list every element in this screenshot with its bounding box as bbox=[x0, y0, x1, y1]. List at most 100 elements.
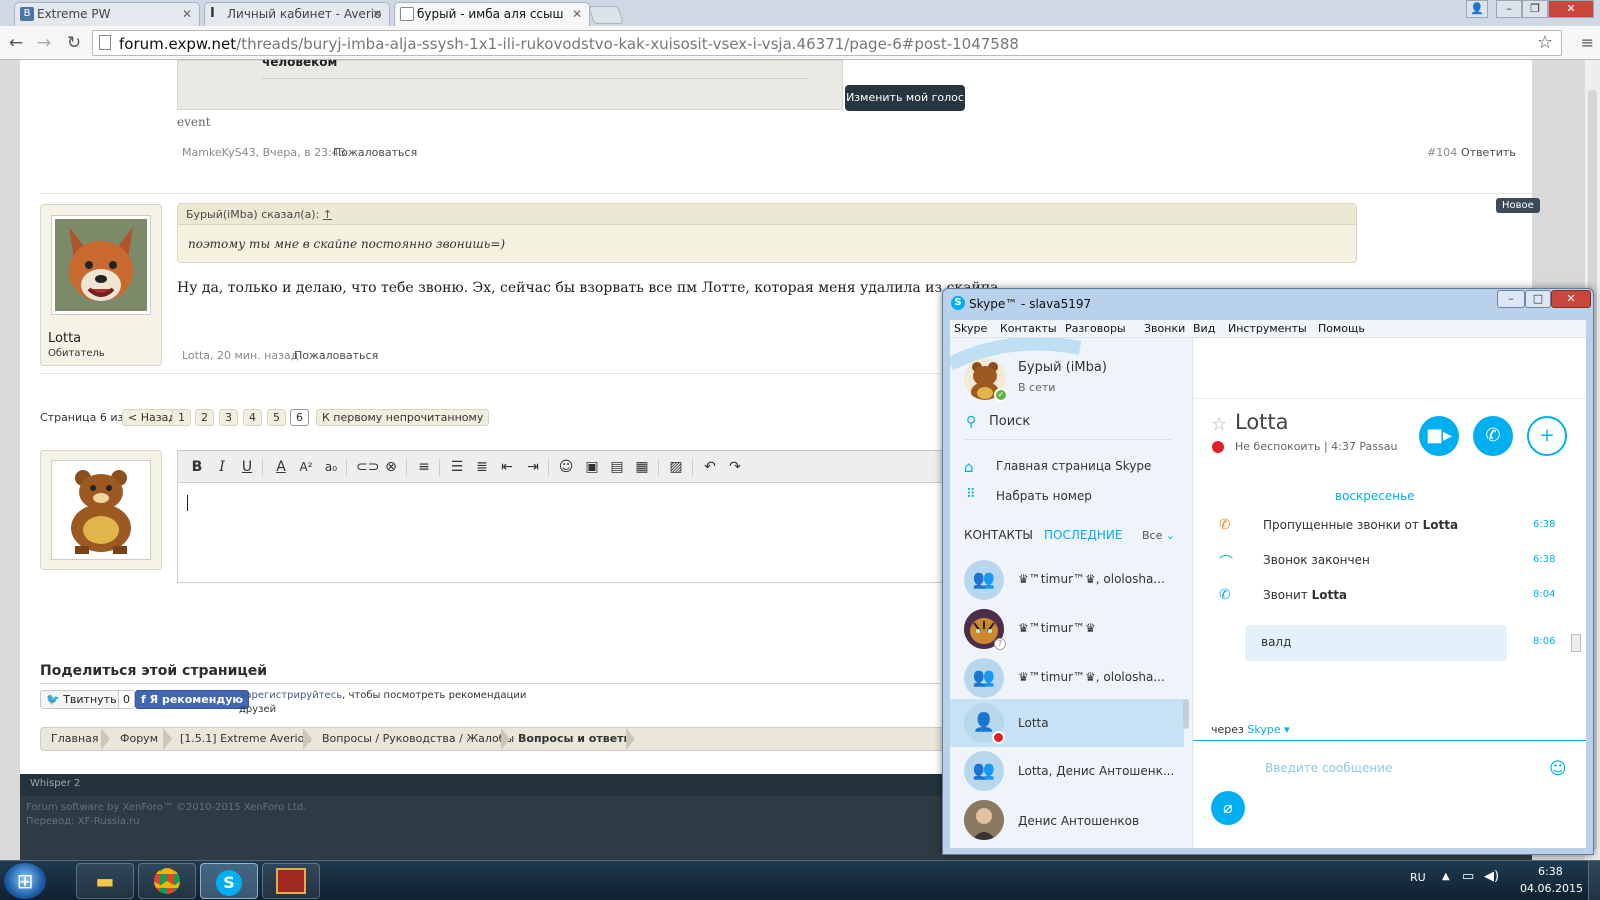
minimize-icon[interactable]: – bbox=[1497, 290, 1525, 308]
text-color-icon[interactable]: A bbox=[272, 458, 290, 476]
close-icon[interactable]: ✕ bbox=[182, 3, 192, 25]
restore-icon[interactable]: ❐ bbox=[1522, 0, 1548, 18]
voice-call-button[interactable]: ✆ bbox=[1473, 416, 1513, 456]
volume-icon[interactable]: ◀) bbox=[1484, 869, 1499, 884]
italic-icon[interactable]: I bbox=[213, 458, 231, 476]
user-profile-icon[interactable]: 👤 bbox=[1466, 0, 1488, 18]
smiley-icon[interactable]: ☺ bbox=[557, 458, 575, 476]
bullet-list-icon[interactable]: ☰ bbox=[448, 458, 466, 476]
add-people-button[interactable]: + bbox=[1527, 416, 1567, 456]
breadcrumb-item-subsection[interactable]: Вопросы / Руководства / Жалобы bbox=[322, 728, 514, 750]
contact-item-label[interactable]: Lotta, Денис Антошенк... bbox=[1018, 764, 1174, 778]
menu-tools[interactable]: Инструменты bbox=[1228, 322, 1307, 335]
post-104-number[interactable]: #104 bbox=[1427, 146, 1457, 159]
taskbar-chrome[interactable] bbox=[138, 863, 196, 899]
post-author[interactable]: Lotta, 20 мин. назад bbox=[182, 349, 298, 362]
chat-message-bubble[interactable]: валд bbox=[1245, 625, 1507, 661]
menu-help[interactable]: Помощь bbox=[1318, 322, 1365, 335]
pagination-page-3[interactable]: 3 bbox=[219, 409, 238, 426]
menu-skype[interactable]: Skype bbox=[954, 322, 987, 335]
show-desktop-button[interactable] bbox=[1588, 861, 1600, 900]
via-selector[interactable]: через Skype ▾ bbox=[1211, 723, 1290, 736]
save-draft-icon[interactable]: ▨ bbox=[667, 458, 685, 476]
tab-contacts[interactable]: КОНТАКТЫ bbox=[964, 528, 1033, 542]
tab-recent[interactable]: ПОСЛЕДНИЕ bbox=[1044, 528, 1122, 542]
breadcrumb-item-home[interactable]: Главная bbox=[51, 728, 99, 750]
attach-button[interactable]: ⌀ bbox=[1211, 791, 1245, 825]
undo-icon[interactable]: ↶ bbox=[701, 458, 719, 476]
style-chooser-link[interactable]: Whisper 2 bbox=[30, 778, 80, 789]
reload-icon[interactable]: ↻ bbox=[62, 31, 86, 55]
emoticon-icon[interactable]: ☺ bbox=[1549, 759, 1567, 779]
post-report-link[interactable]: Пожаловаться bbox=[294, 349, 378, 362]
profile-name[interactable]: Бурый (iMba) bbox=[1018, 360, 1107, 375]
first-unread-button[interactable]: К первому непрочитанному bbox=[316, 409, 490, 426]
quote-source-link[interactable]: ↑ bbox=[323, 208, 332, 221]
media-icon[interactable]: ▤ bbox=[608, 458, 626, 476]
number-list-icon[interactable]: ≣ bbox=[473, 458, 491, 476]
pagination-page-6[interactable]: 6 bbox=[290, 409, 309, 426]
forward-arrow-icon[interactable]: → bbox=[32, 31, 56, 55]
chat-contact-name[interactable]: Lotta bbox=[1235, 410, 1289, 434]
menu-icon[interactable]: ≡ bbox=[1581, 33, 1594, 52]
window-close-icon[interactable]: ✕ bbox=[1548, 0, 1594, 18]
code-icon[interactable]: ▦ bbox=[633, 458, 651, 476]
tweet-button[interactable]: 🐦 Твитнуть bbox=[40, 690, 123, 709]
network-icon[interactable]: ▭ bbox=[1462, 869, 1474, 884]
filter-dropdown[interactable]: Все ⌄ bbox=[1142, 529, 1175, 542]
taskbar-game[interactable] bbox=[262, 863, 320, 899]
contact-item-label[interactable]: Денис Антошенков bbox=[1018, 814, 1139, 828]
contact-item-label[interactable]: ♛™timur™♛, ololosha... bbox=[1018, 670, 1165, 684]
pagination-page-2[interactable]: 2 bbox=[195, 409, 214, 426]
close-icon[interactable]: ✕ bbox=[572, 3, 582, 25]
menu-view[interactable]: Вид bbox=[1193, 322, 1215, 335]
unlink-icon[interactable]: ⊗ bbox=[382, 458, 400, 476]
bookmark-star-icon[interactable]: ☆ bbox=[1537, 32, 1553, 53]
breadcrumb-item-current[interactable]: Вопросы и ответы bbox=[518, 728, 633, 750]
contact-item-label[interactable]: ♛™timur™♛ bbox=[1018, 621, 1096, 635]
fb-recommend-button[interactable]: f Я рекомендую bbox=[135, 690, 250, 709]
favorite-star-icon[interactable]: ☆ bbox=[1211, 414, 1227, 435]
link-icon[interactable]: ⊂⊃ bbox=[356, 458, 379, 476]
pagination-page-1[interactable]: 1 bbox=[172, 409, 191, 426]
post-104-reply-link[interactable]: Ответить bbox=[1461, 146, 1516, 159]
maximize-icon[interactable]: □ bbox=[1525, 290, 1551, 308]
close-icon[interactable]: ✕ bbox=[372, 3, 382, 25]
tab-extreme-pw[interactable]: В Extreme PW ✕ bbox=[14, 2, 200, 26]
tray-expand-icon[interactable]: ▲ bbox=[1442, 871, 1450, 882]
skype-home-link[interactable]: Главная страница Skype bbox=[996, 459, 1151, 473]
avatar[interactable] bbox=[51, 215, 151, 315]
back-arrow-icon[interactable]: ← bbox=[4, 31, 28, 55]
clock-time[interactable]: 6:38 bbox=[1538, 865, 1563, 878]
window-close-icon[interactable]: ✕ bbox=[1551, 290, 1591, 308]
language-indicator[interactable]: RU bbox=[1410, 871, 1426, 884]
image-icon[interactable]: ▣ bbox=[583, 458, 601, 476]
taskbar-skype[interactable]: S bbox=[200, 863, 258, 899]
breadcrumb-item-forum[interactable]: Форум bbox=[120, 728, 158, 750]
redo-icon[interactable]: ↷ bbox=[726, 458, 744, 476]
dial-number-link[interactable]: Набрать номер bbox=[996, 489, 1092, 503]
post-104-report-link[interactable]: Пожаловаться bbox=[333, 146, 417, 159]
new-tab-button[interactable] bbox=[588, 6, 624, 24]
pagination-page-4[interactable]: 4 bbox=[243, 409, 262, 426]
font-family-icon[interactable]: a₀ bbox=[322, 458, 340, 476]
menu-contacts[interactable]: Контакты bbox=[1000, 322, 1057, 335]
indent-icon[interactable]: ⇥ bbox=[524, 458, 542, 476]
outdent-icon[interactable]: ⇤ bbox=[498, 458, 516, 476]
pagination-page-5[interactable]: 5 bbox=[267, 409, 286, 426]
menu-calls[interactable]: Звонки bbox=[1144, 322, 1185, 335]
tab-personal-cabinet[interactable]: I Личный кабинет - Averio ✕ bbox=[204, 2, 390, 26]
contacts-scrollbar[interactable] bbox=[1183, 699, 1189, 729]
start-button[interactable]: ⊞ bbox=[4, 863, 46, 899]
tab-forum-thread[interactable]: бурый - имба аля ссыш ✕ bbox=[394, 2, 590, 26]
taskbar-explorer[interactable]: ▬ bbox=[76, 863, 134, 899]
chat-scroll-thumb[interactable] bbox=[1571, 634, 1581, 652]
profile-status[interactable]: В сети bbox=[1018, 381, 1055, 394]
change-vote-button[interactable]: Изменить мой голос bbox=[845, 85, 965, 111]
contact-item-label[interactable]: Lotta bbox=[1018, 716, 1049, 730]
video-call-button[interactable]: ■▸ bbox=[1419, 416, 1459, 456]
clock-date[interactable]: 04.06.2015 bbox=[1520, 882, 1583, 895]
address-bar[interactable]: forum.expw.net/threads/buryj-imba-alja-s… bbox=[92, 30, 1562, 56]
post-104-author[interactable]: MamkeKyS43, Вчера, в 23:43 bbox=[182, 146, 346, 159]
text-caret[interactable] bbox=[187, 495, 188, 511]
